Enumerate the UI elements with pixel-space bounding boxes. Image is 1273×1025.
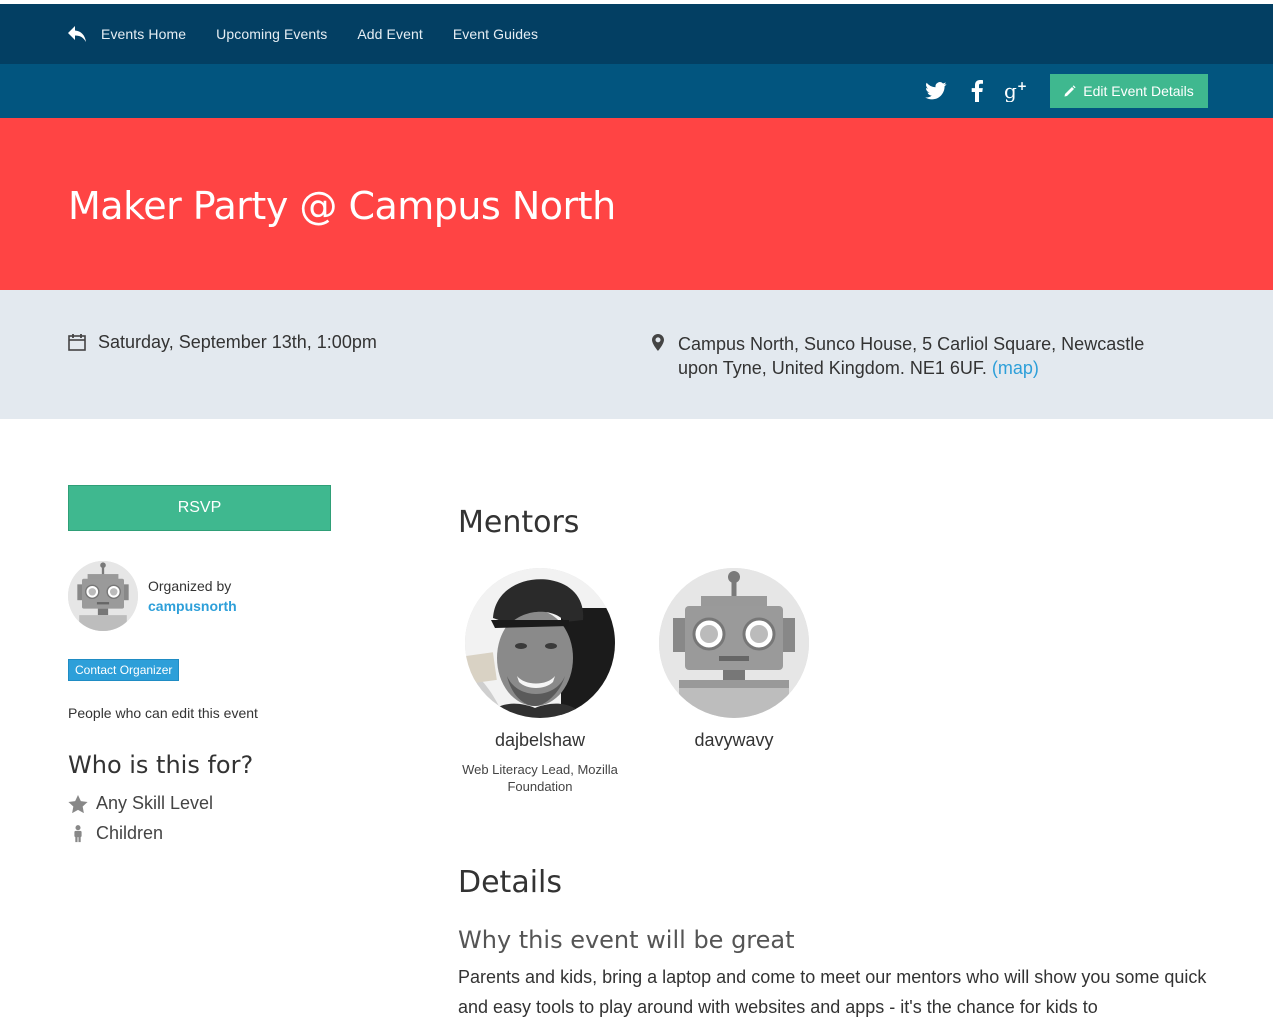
details-description: Parents and kids, bring a laptop and com…	[458, 967, 1207, 1017]
robot-avatar-icon	[659, 568, 809, 718]
edit-event-details-label: Edit Event Details	[1083, 83, 1194, 99]
event-date: Saturday, September 13th, 1:00pm	[68, 332, 377, 353]
event-location: Campus North, Sunco House, 5 Carliol Squ…	[652, 332, 1152, 380]
audience-item-children: Children	[68, 823, 368, 844]
event-toolbar: g + Edit Event Details	[0, 64, 1273, 118]
mentor-card[interactable]: davywavy	[652, 568, 816, 795]
details-subtitle: Why this event will be great	[458, 926, 795, 954]
audience-item-skill-level: Any Skill Level	[68, 793, 368, 814]
svg-text:g: g	[1004, 80, 1017, 102]
audience-label-skill-level: Any Skill Level	[96, 793, 214, 813]
audience-title: Who is this for?	[68, 751, 254, 779]
mentors-title: Mentors	[458, 505, 580, 540]
organizer-avatar[interactable]	[68, 561, 138, 631]
pencil-icon	[1064, 85, 1076, 97]
calendar-icon	[68, 334, 86, 351]
svg-text:+: +	[1017, 80, 1027, 93]
nav-add-event[interactable]: Add Event	[357, 26, 423, 42]
mentor-name[interactable]: davywavy	[652, 730, 816, 751]
event-date-text: Saturday, September 13th, 1:00pm	[98, 332, 377, 352]
event-location-text: Campus North, Sunco House, 5 Carliol Squ…	[678, 332, 1152, 380]
map-link[interactable]: (map)	[992, 358, 1039, 378]
organizer-name-link[interactable]: campusnorth	[148, 596, 237, 616]
event-main: Mentors dajbelshaw Web Literacy Lead, Mo…	[458, 505, 1218, 1022]
event-address: Campus North, Sunco House, 5 Carliol Squ…	[678, 334, 1145, 378]
organized-by-label: Organized by	[148, 578, 232, 594]
edit-event-details-button[interactable]: Edit Event Details	[1050, 74, 1208, 108]
nav-event-guides[interactable]: Event Guides	[453, 26, 538, 42]
audience-label-children: Children	[96, 823, 164, 843]
mentor-title: Web Literacy Lead, Mozilla Foundation	[462, 762, 618, 794]
details-title: Details	[458, 865, 563, 900]
organizer-text: Organized by campusnorth	[148, 576, 237, 616]
robot-avatar-icon	[68, 561, 138, 631]
facebook-icon[interactable]	[962, 76, 992, 106]
rsvp-button[interactable]: RSVP	[68, 485, 331, 531]
google-plus-icon[interactable]: g +	[1002, 76, 1032, 106]
event-title: Maker Party @ Campus North	[68, 184, 616, 228]
back-arrow-icon[interactable]	[66, 24, 88, 44]
organizer-block: Organized by campusnorth	[68, 561, 368, 631]
nav-links: Events Home Upcoming Events Add Event Ev…	[66, 4, 568, 64]
child-icon	[74, 824, 82, 842]
nav-upcoming-events[interactable]: Upcoming Events	[216, 26, 327, 42]
nav-events-home[interactable]: Events Home	[101, 26, 186, 42]
mentor-name[interactable]: dajbelshaw	[458, 730, 622, 751]
twitter-icon[interactable]	[921, 76, 951, 106]
mentors-list: dajbelshaw Web Literacy Lead, Mozilla Fo…	[458, 568, 1218, 795]
event-hero: Maker Party @ Campus North	[0, 118, 1273, 290]
star-icon	[68, 794, 88, 813]
mentor-photo[interactable]	[659, 568, 809, 718]
mentor-photo-image	[465, 568, 615, 718]
top-nav: Events Home Upcoming Events Add Event Ev…	[0, 0, 1273, 64]
mentor-photo[interactable]	[465, 568, 615, 718]
map-pin-icon	[652, 334, 664, 351]
mentor-card[interactable]: dajbelshaw Web Literacy Lead, Mozilla Fo…	[458, 568, 622, 795]
event-editors-label: People who can edit this event	[68, 705, 258, 721]
event-info-bar: Saturday, September 13th, 1:00pm Campus …	[0, 290, 1273, 419]
event-sidebar: RSVP Organized by campusnorth Contact Or…	[68, 485, 368, 844]
contact-organizer-button[interactable]: Contact Organizer	[68, 659, 180, 681]
